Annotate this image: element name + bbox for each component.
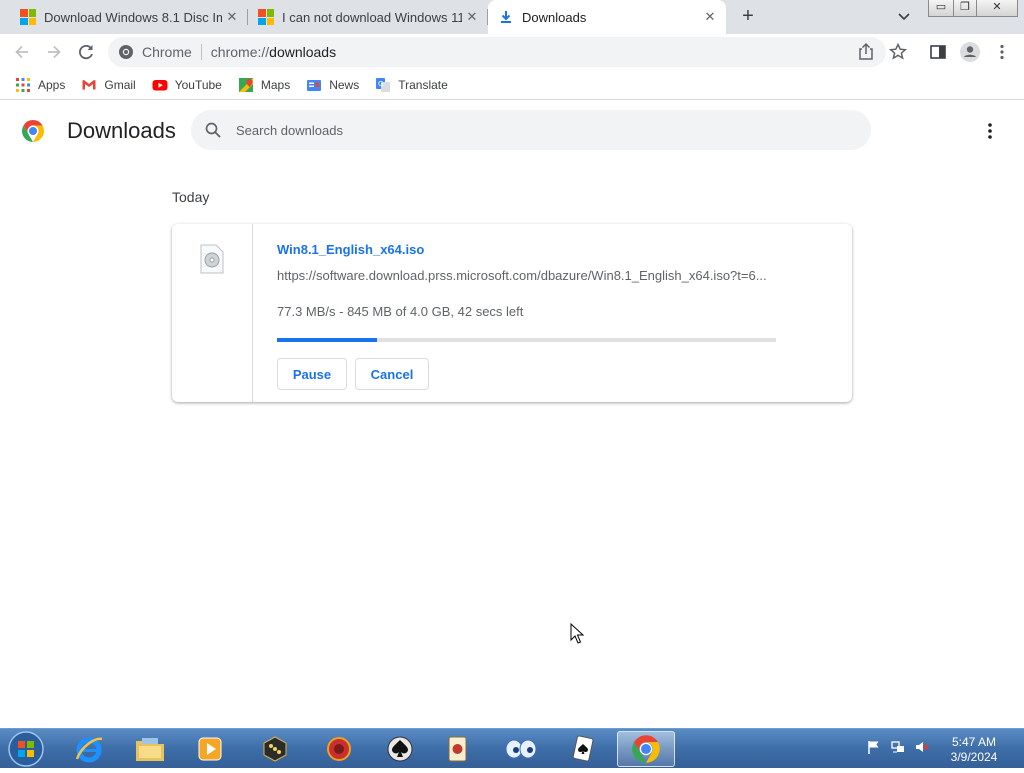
download-source-url[interactable]: https://software.download.prss.microsoft…: [277, 268, 775, 283]
windows-logo-icon: [258, 9, 274, 25]
game-icon[interactable]: [310, 731, 368, 767]
chrome-site-icon: [118, 44, 134, 60]
tab-title: I can not download Windows 11: [282, 9, 462, 25]
solitaire-icon[interactable]: [553, 731, 611, 767]
bookmark-apps[interactable]: Apps: [15, 77, 65, 93]
url-scheme: chrome://: [210, 44, 270, 60]
bookmark-label: Apps: [38, 77, 66, 92]
eyes-icon[interactable]: [492, 731, 550, 767]
download-icon-column: [172, 224, 253, 402]
internet-explorer-icon[interactable]: [60, 731, 118, 767]
downloads-more-actions-icon[interactable]: [981, 121, 999, 141]
tab-title: Download Windows 8.1 Disc Ima: [44, 9, 222, 25]
omnibox-divider: [200, 44, 202, 60]
system-clock[interactable]: 5:47 AM 3/9/2024: [944, 735, 1004, 765]
back-arrow-icon[interactable]: [10, 40, 34, 64]
page-title: Downloads: [67, 118, 176, 143]
download-progress-bar: [277, 338, 776, 342]
windows-taskbar: 5:47 AM 3/9/2024: [0, 728, 1024, 768]
news-icon: [306, 77, 322, 93]
chrome-icon[interactable]: [617, 731, 675, 767]
tab-close-icon[interactable]: ✕: [222, 9, 242, 25]
gmail-icon: [81, 77, 97, 93]
mouse-pointer-icon: [570, 622, 585, 645]
bookmark-news[interactable]: News: [306, 77, 359, 93]
file-explorer-icon[interactable]: [121, 731, 179, 767]
dice-game-icon[interactable]: [246, 731, 304, 767]
download-progress-fill: [277, 338, 377, 342]
bookmark-label: Maps: [260, 77, 291, 92]
start-button-windows-orb-icon[interactable]: [6, 730, 46, 768]
chrome-menu-icon[interactable]: [990, 40, 1014, 64]
cancel-button[interactable]: Cancel: [355, 358, 429, 390]
tab-cannot-download-windows-11[interactable]: I can not download Windows 11 ✕: [248, 0, 488, 34]
svg-text:G: G: [378, 80, 383, 88]
url-path: downloads: [269, 44, 337, 60]
omnibox-url: chrome://downloads: [211, 44, 336, 60]
clock-date: 3/9/2024: [950, 750, 998, 764]
download-status: 77.3 MB/s - 845 MB of 4.0 GB, 42 secs le…: [277, 304, 524, 319]
translate-icon: G: [375, 77, 391, 93]
mahjong-icon[interactable]: [428, 731, 486, 767]
spades-icon[interactable]: [371, 731, 429, 767]
profile-avatar-icon[interactable]: [958, 40, 982, 64]
tab-download-windows-8-1[interactable]: Download Windows 8.1 Disc Ima ✕: [0, 0, 248, 34]
browser-toolbar: Chrome chrome://downloads: [0, 34, 1024, 70]
bookmark-label: Gmail: [104, 77, 136, 92]
tab-title: Downloads: [522, 9, 587, 25]
pause-button[interactable]: Pause: [277, 358, 347, 390]
omnibox-chip: Chrome: [142, 44, 192, 60]
download-filename-link[interactable]: Win8.1_English_x64.iso: [277, 242, 424, 257]
tab-downloads[interactable]: Downloads ✕: [488, 0, 726, 34]
tab-close-icon[interactable]: ✕: [700, 9, 720, 25]
youtube-icon: [152, 77, 168, 93]
search-icon: [204, 121, 222, 139]
bookmark-label: News: [329, 77, 360, 92]
bookmark-translate[interactable]: G Translate: [375, 77, 448, 93]
bookmark-youtube[interactable]: YouTube: [152, 77, 222, 93]
bookmark-gmail[interactable]: Gmail: [81, 77, 136, 93]
date-section-label: Today: [172, 189, 210, 205]
download-icon: [498, 9, 514, 25]
search-downloads-input[interactable]: [236, 110, 836, 150]
bookmark-star-icon[interactable]: [886, 40, 910, 64]
bookmark-label: Translate: [398, 77, 448, 92]
share-icon[interactable]: [854, 40, 878, 64]
downloads-header: Downloads: [0, 101, 1024, 161]
chrome-logo-icon: [21, 119, 45, 143]
new-tab-plus-icon[interactable]: +: [736, 4, 760, 28]
address-bar[interactable]: Chrome chrome://downloads: [108, 37, 886, 67]
download-item-card: Win8.1_English_x64.iso https://software.…: [172, 224, 852, 402]
tab-strip: Download Windows 8.1 Disc Ima ✕ I can no…: [0, 0, 1024, 34]
tab-close-icon[interactable]: ✕: [462, 9, 482, 25]
windows-logo-icon: [20, 9, 36, 25]
side-panel-icon[interactable]: [926, 40, 950, 64]
disc-image-file-icon: [200, 244, 224, 274]
bookmark-maps[interactable]: Maps: [238, 77, 290, 93]
search-downloads-box[interactable]: [191, 110, 871, 150]
action-center-flag-icon[interactable]: [866, 739, 882, 755]
restore-icon[interactable]: ❐: [953, 0, 977, 17]
bookmark-label: YouTube: [174, 77, 222, 92]
reload-icon[interactable]: [74, 40, 98, 64]
bookmarks-bar: Apps Gmail YouTube Maps News G Translate: [0, 70, 1024, 100]
media-player-icon[interactable]: [181, 731, 239, 767]
forward-arrow-icon[interactable]: [42, 40, 66, 64]
apps-grid-icon: [15, 77, 31, 93]
tab-search-chevron-icon[interactable]: [894, 6, 914, 26]
maps-icon: [238, 77, 254, 93]
close-icon[interactable]: ✕: [976, 0, 1018, 17]
network-icon[interactable]: [890, 739, 906, 755]
volume-muted-icon[interactable]: [914, 739, 930, 755]
clock-time: 5:47 AM: [951, 735, 997, 749]
minimize-icon[interactable]: ▭: [928, 0, 954, 17]
